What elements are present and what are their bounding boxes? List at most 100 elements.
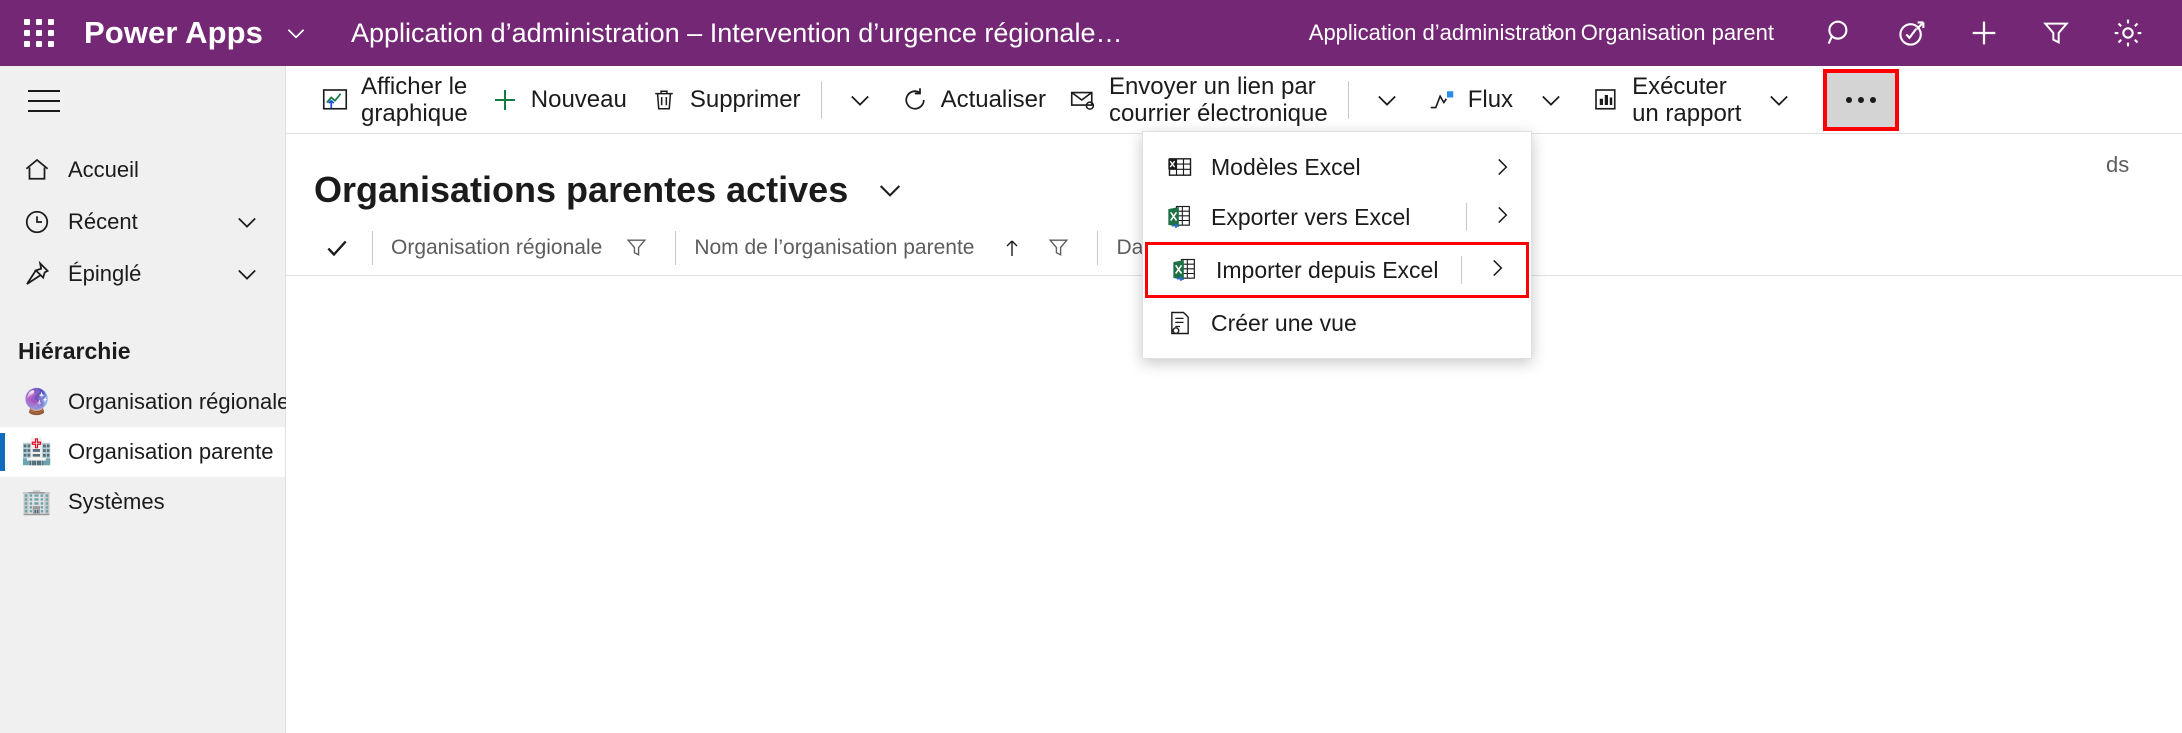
- app-launcher-icon[interactable]: [8, 19, 70, 47]
- delete-button[interactable]: Supprimer: [637, 71, 811, 129]
- app-header: Power Apps Application d’administration …: [0, 0, 2182, 66]
- excel-import-icon: [1168, 256, 1202, 284]
- purple-sphere-icon: 🔮: [21, 387, 53, 416]
- overflow-ellipsis-button[interactable]: [1823, 68, 1900, 131]
- checkmark-icon[interactable]: [320, 235, 354, 261]
- chevron-right-icon[interactable]: [1489, 154, 1531, 180]
- sidebar-item-organisation-regionale[interactable]: 🔮 Organisation régionale: [0, 377, 289, 427]
- chevron-right-icon: [1539, 20, 1561, 46]
- menu-item-creer-une-vue[interactable]: Créer une vue: [1143, 298, 1531, 348]
- header-icon-group: [1804, 0, 2164, 66]
- sidebar-item-systemes[interactable]: 🏢 Systèmes: [0, 477, 285, 527]
- breadcrumb-item-entity[interactable]: Organisation parent: [1581, 20, 1774, 46]
- sidebar-item-label: Accueil: [68, 157, 139, 182]
- command-label: Supprimer: [689, 86, 801, 113]
- pin-icon: [16, 259, 58, 289]
- command-divider: [1347, 80, 1349, 119]
- brand-title: Power Apps: [84, 15, 263, 50]
- plus-new-icon: [488, 85, 522, 115]
- app-root: Power Apps Application d’administration …: [0, 0, 2182, 733]
- sidebar-item-recent[interactable]: Récent: [0, 196, 285, 248]
- command-bar: Afficher le graphique Nouveau Supprimer: [286, 66, 2182, 134]
- refresh-button[interactable]: Actualiser: [888, 71, 1056, 129]
- command-label: Actualiser: [940, 86, 1046, 113]
- view-title[interactable]: Organisations parentes actives: [314, 169, 848, 211]
- home-icon: [16, 155, 58, 185]
- run-report-button[interactable]: Exécuter un rapport: [1579, 71, 1751, 129]
- column-divider: [675, 230, 677, 265]
- assistant-icon[interactable]: [1876, 0, 1948, 66]
- sidebar-item-organisation-parente[interactable]: 🏥 Organisation parente: [0, 427, 285, 477]
- occluded-text-fragment: ds: [2106, 152, 2130, 177]
- column-header-nom-organisation-parente[interactable]: Nom de l’organisation parente: [694, 236, 974, 260]
- office-building-icon: 🏢: [21, 487, 53, 516]
- chevron-right-icon[interactable]: [1489, 202, 1515, 233]
- menu-item-label: Exporter vers Excel: [1211, 203, 1411, 230]
- chevron-down-icon[interactable]: [874, 174, 906, 206]
- create-view-icon: [1163, 309, 1197, 337]
- column-divider: [372, 230, 373, 265]
- sidebar-item-label: Systèmes: [68, 489, 165, 514]
- sidebar-item-label: Épinglé: [68, 261, 142, 286]
- chevron-right-icon[interactable]: [1484, 255, 1510, 286]
- command-label: Flux: [1467, 86, 1514, 113]
- clock-recent-icon: [16, 207, 58, 237]
- flow-caret[interactable]: [1523, 71, 1579, 129]
- sort-ascending-arrow-icon[interactable]: [1000, 235, 1024, 261]
- breadcrumb-item-app[interactable]: Application d’administration: [1309, 20, 1577, 46]
- menu-item-label: Modèles Excel: [1211, 153, 1361, 180]
- sidebar-group-title: Hiérarchie: [18, 338, 131, 364]
- ellipsis-icon: [1846, 96, 1877, 103]
- command-label: Envoyer un lien par courrier électroniqu…: [1108, 72, 1328, 127]
- column-divider: [1097, 230, 1099, 265]
- trash-delete-icon: [647, 86, 681, 114]
- menu-item-submenu-area[interactable]: [1466, 202, 1531, 233]
- new-button[interactable]: Nouveau: [478, 71, 637, 129]
- sidebar-item-epingle[interactable]: Épinglé: [0, 248, 285, 300]
- menu-item-modeles-excel[interactable]: Modèles Excel: [1143, 142, 1531, 192]
- menu-item-divider: [1466, 203, 1467, 231]
- quick-create-plus-icon[interactable]: [1948, 0, 2020, 66]
- menu-item-label: Importer depuis Excel: [1216, 256, 1439, 283]
- run-report-caret[interactable]: [1751, 71, 1807, 129]
- search-icon[interactable]: [1804, 0, 1876, 66]
- menu-item-exporter-vers-excel[interactable]: Exporter vers Excel: [1143, 192, 1531, 242]
- menu-item-divider: [1461, 256, 1462, 284]
- menu-item-submenu-area[interactable]: [1461, 255, 1526, 286]
- command-overflow-caret-2[interactable]: [1359, 71, 1415, 129]
- command-overflow-caret-1[interactable]: [832, 71, 888, 129]
- command-label: Afficher le graphique: [361, 72, 468, 127]
- sidebar-item-label: Récent: [68, 209, 138, 234]
- hospital-icon: 🏥: [21, 437, 53, 466]
- filter-funnel-icon[interactable]: [2020, 0, 2092, 66]
- column-header-organisation-regionale[interactable]: Organisation régionale: [391, 236, 602, 260]
- show-chart-icon: [318, 85, 352, 115]
- flow-button[interactable]: Flux: [1415, 71, 1523, 129]
- left-sidebar: Accueil Récent Épinglé Hiérarchie 🔮 Orga…: [0, 66, 289, 733]
- run-report-icon: [1589, 85, 1623, 115]
- chevron-down-icon[interactable]: [233, 208, 261, 236]
- filter-funnel-icon[interactable]: [624, 235, 649, 260]
- chevron-down-icon[interactable]: [283, 20, 309, 46]
- flow-icon: [1425, 85, 1459, 115]
- email-link-icon: [1066, 85, 1100, 115]
- command-label: Nouveau: [530, 86, 627, 113]
- sidebar-item-accueil[interactable]: Accueil: [0, 144, 285, 196]
- excel-templates-icon: [1163, 153, 1197, 181]
- command-label: Exécuter un rapport: [1632, 72, 1742, 127]
- settings-gear-icon[interactable]: [2092, 0, 2164, 66]
- site-map-hamburger-icon[interactable]: [14, 72, 74, 130]
- chevron-down-icon[interactable]: [233, 260, 261, 288]
- email-link-button[interactable]: Envoyer un lien par courrier électroniqu…: [1056, 71, 1338, 129]
- refresh-icon: [898, 85, 932, 115]
- menu-item-label: Créer une vue: [1211, 309, 1357, 336]
- sidebar-item-label: Organisation parente: [68, 439, 274, 464]
- page-title: Application d’administration – Intervent…: [351, 17, 1123, 48]
- menu-item-importer-depuis-excel[interactable]: Importer depuis Excel: [1145, 242, 1529, 298]
- excel-export-icon: [1163, 203, 1197, 231]
- breadcrumb: Application d’administration Organisatio…: [1309, 20, 1774, 46]
- sidebar-item-label: Organisation régionale: [68, 389, 290, 414]
- overflow-dropdown-menu: Modèles Excel Exporter vers Excel Import…: [1142, 131, 1532, 359]
- show-chart-button[interactable]: Afficher le graphique: [308, 71, 478, 129]
- filter-funnel-icon[interactable]: [1046, 235, 1071, 260]
